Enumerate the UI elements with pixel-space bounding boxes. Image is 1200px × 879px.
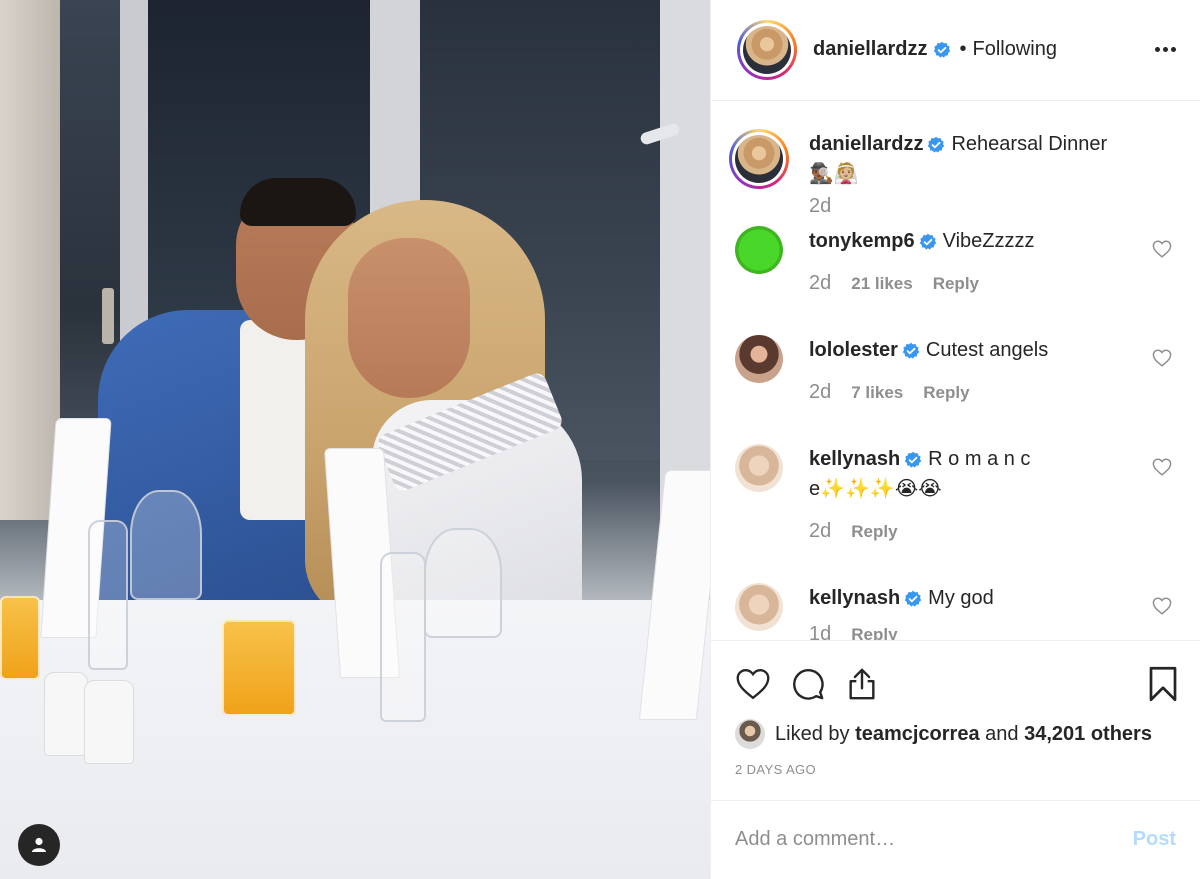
- reply-button[interactable]: Reply: [933, 274, 979, 294]
- wine-glass: [424, 528, 502, 638]
- comment-icon: [793, 668, 824, 700]
- user-tag-icon: [32, 837, 46, 852]
- heart-icon: [1152, 240, 1172, 258]
- comment: kellynash My god 1d Reply: [735, 582, 1176, 640]
- juice-glass: [0, 596, 40, 680]
- comment-text: My god: [928, 586, 994, 609]
- commenter-username[interactable]: tonykemp6: [809, 230, 915, 252]
- verified-badge-icon: [904, 451, 922, 469]
- comment-time[interactable]: 2d: [809, 520, 831, 543]
- post-header: daniellardzz • Following: [711, 0, 1200, 101]
- pepper-shaker: [84, 680, 134, 764]
- post-photo[interactable]: [0, 0, 710, 879]
- share-icon: [849, 668, 875, 700]
- salt-shaker: [44, 672, 88, 756]
- author-avatar[interactable]: [737, 19, 797, 80]
- liked-by-others[interactable]: 34,201 others: [1024, 723, 1152, 745]
- napkin: [638, 470, 710, 720]
- caption: daniellardzz Rehearsal Dinner 🕵🏾‍♂️👰🏼 2d: [729, 128, 1176, 218]
- author-username[interactable]: daniellardzz: [813, 38, 927, 61]
- comment-time[interactable]: 2d: [809, 381, 831, 404]
- caption-time[interactable]: 2d: [809, 195, 831, 218]
- liked-by-and: and: [985, 722, 1019, 745]
- reply-button[interactable]: Reply: [851, 522, 897, 542]
- caption-author-avatar[interactable]: [729, 128, 789, 189]
- add-comment-bar: Post: [711, 799, 1200, 879]
- comment-time[interactable]: 1d: [809, 623, 831, 640]
- verified-badge-icon: [927, 136, 945, 154]
- champagne-glass: [380, 552, 426, 722]
- verified-badge-icon: [902, 342, 920, 360]
- liked-by-user[interactable]: teamcjcorrea: [855, 723, 980, 745]
- more-options-icon: [1155, 47, 1160, 53]
- reply-button[interactable]: Reply: [923, 383, 969, 403]
- commenter-avatar[interactable]: [735, 443, 783, 492]
- comment-like-button[interactable]: [1152, 349, 1172, 372]
- liker-avatar[interactable]: [735, 719, 765, 750]
- commenter-avatar[interactable]: [735, 225, 783, 274]
- follow-status[interactable]: Following: [973, 38, 1057, 61]
- comment-likes[interactable]: 21 likes: [851, 274, 912, 294]
- man-hair: [240, 178, 356, 226]
- bookmark-icon: [1149, 666, 1177, 701]
- liked-by-prefix: Liked by: [775, 722, 850, 745]
- user-tag-button[interactable]: [18, 824, 60, 866]
- wine-glass: [130, 490, 202, 600]
- header-separator: •: [959, 38, 967, 61]
- verified-badge-icon: [904, 590, 922, 608]
- verified-badge-icon: [919, 233, 937, 251]
- commenter-username[interactable]: lololester: [809, 339, 898, 361]
- more-options-button[interactable]: [1155, 41, 1176, 58]
- comment-button[interactable]: [791, 667, 825, 701]
- comment-like-button[interactable]: [1152, 597, 1172, 620]
- door-frame: [660, 0, 710, 520]
- comment-text: VibeZzzzz: [942, 229, 1035, 252]
- comment: tonykemp6 VibeZzzzz 2d 21 likes Reply: [735, 225, 1176, 295]
- comment-input[interactable]: [735, 828, 1133, 852]
- heart-icon: [1152, 597, 1172, 615]
- post-date[interactable]: 2 DAYS AGO: [711, 762, 1200, 788]
- liked-by: Liked by teamcjcorrea and 34,201 others: [711, 717, 1200, 753]
- verified-badge-icon: [933, 41, 951, 59]
- comment: kellynash R o m a n c e✨✨✨😭😭 2d Reply: [735, 443, 1176, 543]
- commenter-username[interactable]: kellynash: [809, 587, 900, 609]
- instagram-post: daniellardzz • Following daniellardzz Re…: [0, 0, 1200, 879]
- heart-icon: [1152, 458, 1172, 476]
- comment-likes[interactable]: 7 likes: [851, 383, 903, 403]
- comments-list[interactable]: daniellardzz Rehearsal Dinner 🕵🏾‍♂️👰🏼 2d …: [711, 101, 1200, 640]
- post-actions: [711, 639, 1200, 727]
- juice-glass: [222, 620, 296, 716]
- post-sidebar: daniellardzz • Following daniellardzz Re…: [710, 0, 1200, 879]
- save-button[interactable]: [1148, 666, 1178, 702]
- like-button[interactable]: [735, 668, 771, 700]
- champagne-glass: [88, 520, 128, 670]
- curtain: [0, 0, 60, 520]
- commenter-username[interactable]: kellynash: [809, 448, 900, 470]
- woman-head: [348, 238, 470, 398]
- heart-icon: [1152, 349, 1172, 367]
- comment-like-button[interactable]: [1152, 240, 1172, 263]
- heart-icon: [736, 668, 770, 699]
- reply-button[interactable]: Reply: [851, 625, 897, 640]
- caption-username[interactable]: daniellardzz: [809, 133, 923, 155]
- comment-text: Cutest angels: [925, 338, 1049, 361]
- door-hinge: [102, 288, 114, 344]
- comment: lololester Cutest angels 2d 7 likes Reply: [735, 334, 1176, 404]
- share-button[interactable]: [845, 667, 879, 701]
- commenter-avatar[interactable]: [735, 334, 783, 383]
- comment-time[interactable]: 2d: [809, 272, 831, 295]
- commenter-avatar[interactable]: [735, 582, 783, 631]
- comment-like-button[interactable]: [1152, 458, 1172, 481]
- post-comment-button[interactable]: Post: [1133, 828, 1176, 851]
